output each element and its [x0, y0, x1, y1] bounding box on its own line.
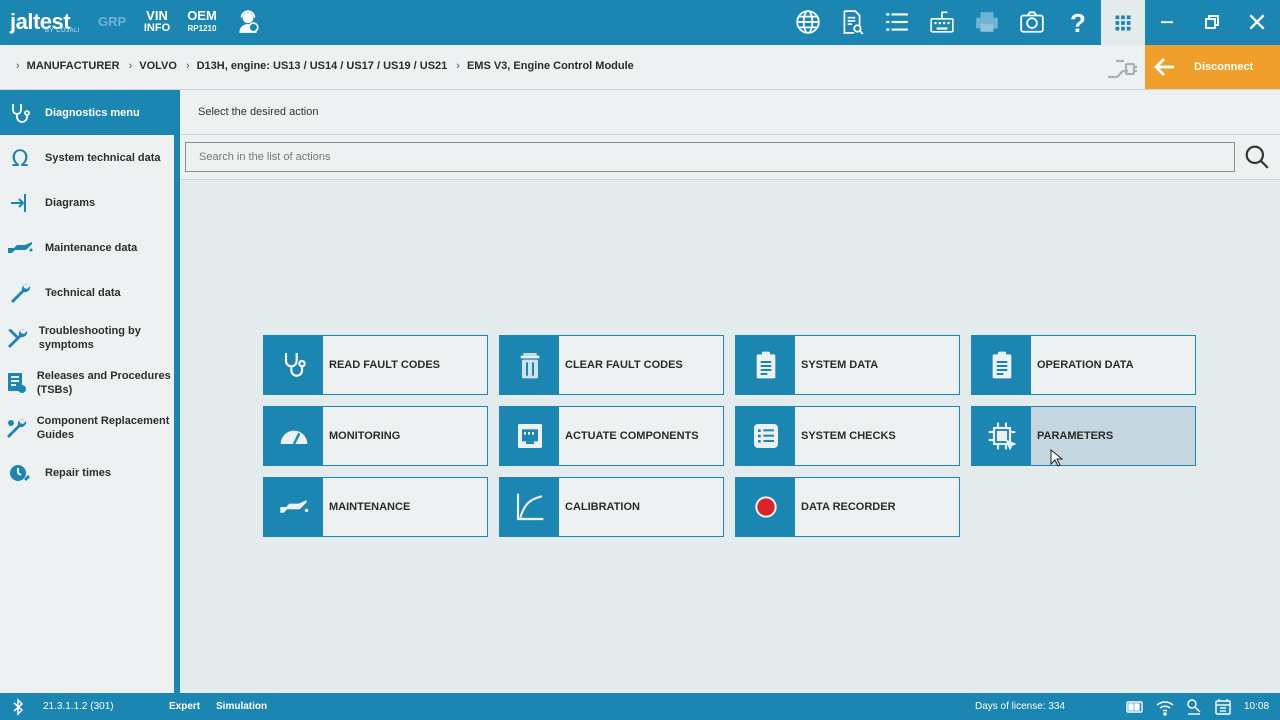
mouse-cursor-icon	[1050, 448, 1064, 467]
minimize-icon[interactable]	[1152, 7, 1182, 37]
breadcrumb-module[interactable]: › EMS V3, Engine Control Module	[456, 60, 643, 72]
omega-icon: Ω	[0, 135, 40, 180]
connector-icon	[500, 407, 559, 465]
document-search-icon[interactable]	[837, 7, 867, 37]
oil-can-icon	[264, 478, 323, 536]
search-icon[interactable]	[1244, 144, 1272, 172]
chip-icon	[972, 407, 1031, 465]
version-label: 21.3.1.1.2 (301)	[43, 701, 114, 712]
trash-icon	[500, 336, 559, 394]
sidebar-item-component-replacement[interactable]: Component Replacement Guides	[0, 405, 174, 450]
component-replace-icon	[0, 405, 32, 450]
system-data-button[interactable]: SYSTEM DATA	[735, 335, 960, 395]
mode-label: Expert	[169, 701, 201, 712]
chevron-right-icon: ›	[185, 60, 190, 72]
keyboard-icon[interactable]	[927, 7, 957, 37]
sidebar-item-diagrams[interactable]: Diagrams	[0, 180, 174, 225]
vin-info-button[interactable]: VIN INFO	[143, 9, 171, 35]
svg-text:Ω: Ω	[12, 147, 29, 170]
checklist-icon	[736, 407, 795, 465]
vin-label: VIN	[146, 8, 168, 23]
operation-data-button[interactable]: OPERATION DATA	[971, 335, 1196, 395]
chevron-right-icon: ›	[128, 60, 133, 72]
page-title: Select the desired action	[198, 106, 319, 118]
sidebar-item-maintenance-data[interactable]: Maintenance data	[0, 225, 174, 270]
calendar-icon	[1214, 698, 1232, 716]
help-icon[interactable]: ?	[1063, 7, 1093, 37]
sidebar-item-technical-data[interactable]: Technical data	[0, 270, 174, 315]
sidebar-item-system-technical-data[interactable]: Ω System technical data	[0, 135, 174, 180]
search-input[interactable]	[185, 142, 1235, 172]
simulation-label: Simulation	[216, 701, 268, 712]
curve-icon	[500, 478, 559, 536]
data-recorder-button[interactable]: DATA RECORDER	[735, 477, 960, 537]
grp-button[interactable]: GRP	[98, 14, 126, 29]
oil-can-icon	[0, 225, 40, 270]
actuate-components-button[interactable]: ACTUATE COMPONENTS	[499, 406, 724, 466]
tools-icon	[0, 315, 34, 360]
stethoscope-icon	[264, 336, 323, 394]
connection-plug-icon	[1106, 55, 1138, 81]
parameters-button[interactable]: PARAMETERS	[971, 406, 1196, 466]
record-icon	[736, 478, 795, 536]
breadcrumb: › MANUFACTURER › VOLVO › D13H, engine: US13…	[16, 60, 643, 72]
calibration-button[interactable]: CALIBRATION	[499, 477, 724, 537]
support-agent-icon[interactable]	[233, 7, 263, 37]
restore-icon[interactable]	[1197, 7, 1227, 37]
rp1210-label: RP1210	[187, 24, 217, 33]
bluetooth-icon[interactable]	[9, 698, 27, 716]
breadcrumb-brand[interactable]: › VOLVO	[129, 60, 186, 72]
clock-label: 10:08	[1244, 701, 1270, 712]
list-icon[interactable]	[882, 7, 912, 37]
oem-label: OEM	[187, 8, 217, 23]
diagram-icon	[0, 180, 40, 225]
sidebar: Diagnostics menu Ω System technical data…	[0, 90, 180, 693]
svg-text:?: ?	[1070, 9, 1086, 35]
sidebar-divider	[174, 90, 180, 693]
search-row	[180, 135, 1280, 180]
read-fault-codes-button[interactable]: READ FAULT CODES	[263, 335, 488, 395]
clipboard-icon	[972, 336, 1031, 394]
vin-info-label: INFO	[143, 22, 171, 34]
disconnect-button[interactable]: Disconnect	[1145, 45, 1280, 89]
close-icon[interactable]	[1242, 7, 1272, 37]
apps-grid-icon[interactable]	[1101, 0, 1145, 45]
wrench-icon	[0, 270, 40, 315]
main-header: Select the desired action	[180, 90, 1280, 135]
camera-icon[interactable]	[1017, 7, 1047, 37]
logo-subtitle: BY COJALI	[45, 28, 81, 34]
clipboard-icon	[736, 336, 795, 394]
breadcrumb-bar: › MANUFACTURER › VOLVO › D13H, engine: US13…	[0, 45, 1280, 90]
chevron-right-icon: ›	[16, 60, 20, 72]
system-checks-button[interactable]: SYSTEM CHECKS	[735, 406, 960, 466]
top-bar: jaltest BY COJALI GRP VIN INFO OEM RP121…	[0, 0, 1280, 45]
printer-icon[interactable]	[972, 7, 1002, 37]
status-bar: 21.3.1.1.2 (301) Expert Simulation Days …	[0, 693, 1280, 720]
breadcrumb-engine[interactable]: › D13H, engine: US13 / US14 / US17 / US19…	[186, 60, 456, 72]
user-location-icon	[1185, 698, 1203, 716]
repair-times-icon	[0, 450, 40, 495]
monitoring-button[interactable]: MONITORING	[263, 406, 488, 466]
battery-icon	[1126, 698, 1144, 716]
releases-icon	[0, 360, 32, 405]
arrow-left-icon	[1145, 55, 1185, 79]
chevron-right-icon: ›	[456, 60, 460, 72]
sidebar-item-diagnostics-menu[interactable]: Diagnostics menu	[0, 90, 180, 135]
sidebar-item-repair-times[interactable]: Repair times	[0, 450, 174, 495]
sidebar-item-troubleshooting[interactable]: Troubleshooting by symptoms	[0, 315, 174, 360]
maintenance-button[interactable]: MAINTENANCE	[263, 477, 488, 537]
breadcrumb-manufacturer[interactable]: › MANUFACTURER	[16, 60, 129, 72]
license-days-label: Days of license: 334	[975, 701, 1066, 712]
globe-icon[interactable]	[793, 7, 823, 37]
sidebar-item-releases[interactable]: Releases and Procedures (TSBs)	[0, 360, 174, 405]
disconnect-label: Disconnect	[1194, 61, 1254, 73]
gauge-icon	[264, 407, 323, 465]
wifi-icon	[1156, 698, 1174, 716]
stethoscope-icon	[0, 90, 40, 135]
oem-button[interactable]: OEM RP1210	[186, 9, 218, 35]
clear-fault-codes-button[interactable]: CLEAR FAULT CODES	[499, 335, 724, 395]
